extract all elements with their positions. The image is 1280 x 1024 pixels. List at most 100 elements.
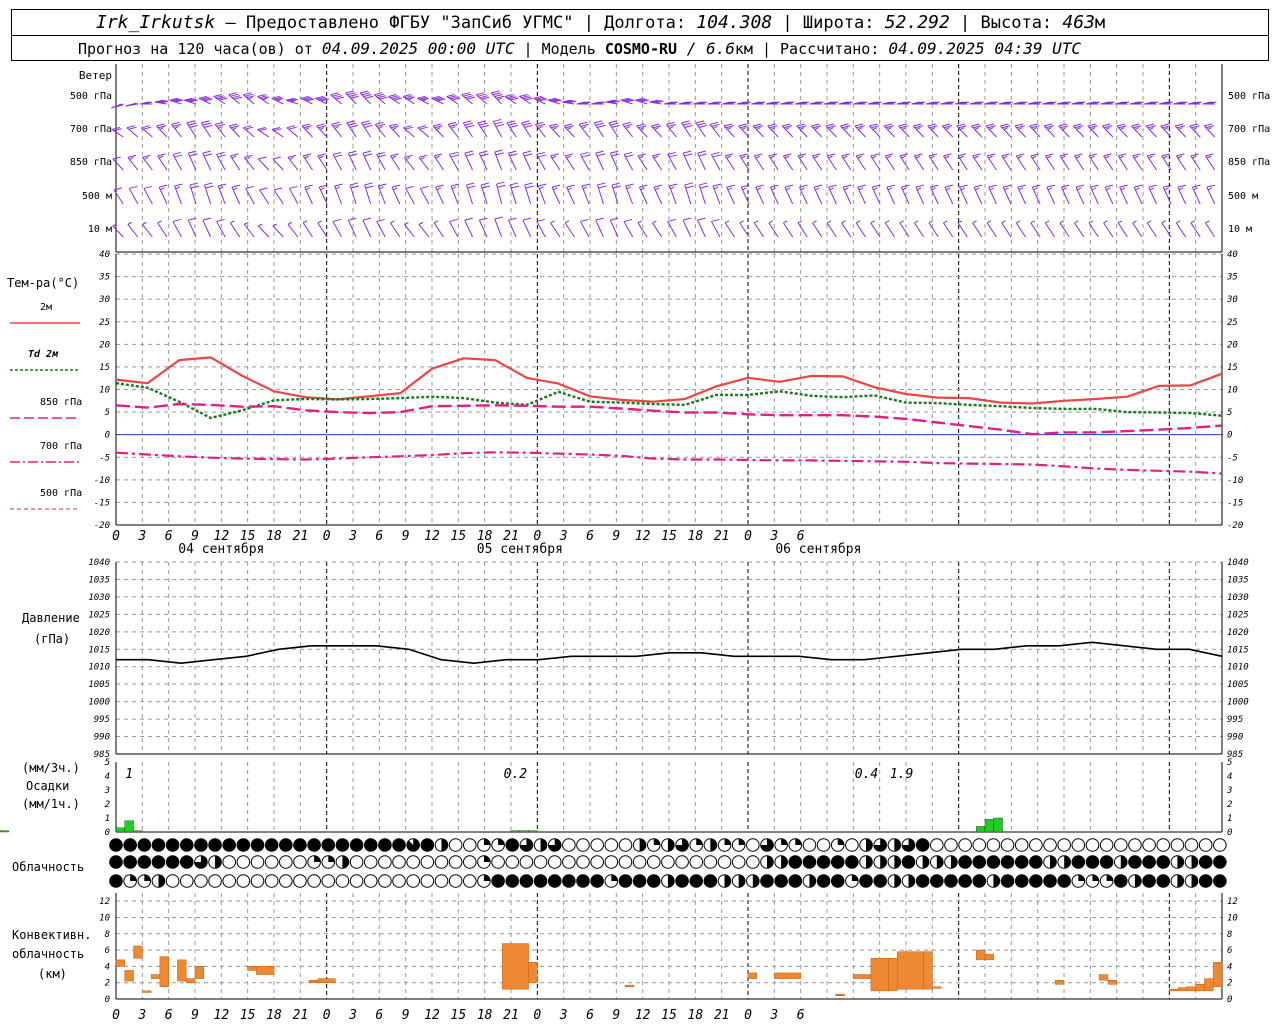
- wind-barb-flag: [317, 220, 322, 224]
- cloud-cover-symbol: [1113, 838, 1128, 852]
- wind-level-label: 700 гПа: [70, 124, 112, 135]
- cloud-fill-sector: [1050, 855, 1057, 869]
- temp-ytick-right: -15: [1227, 498, 1243, 508]
- precip-bar: [984, 819, 994, 833]
- wind-barb: [695, 120, 708, 138]
- cloud-circle: [1156, 874, 1171, 888]
- cloud-circle: [363, 855, 378, 869]
- wind-barb-staff: [826, 222, 837, 238]
- wind-barb-flag: [612, 185, 622, 189]
- cloud-circle: [264, 874, 279, 888]
- wind-barb-staff: [623, 221, 634, 238]
- wind-barb-flag: [844, 187, 849, 191]
- cloud-circle: [830, 874, 845, 888]
- cloud-circle: [816, 855, 831, 869]
- wind-barb-flag: [420, 185, 429, 189]
- wind-barb-flag: [829, 187, 835, 191]
- wind-barb-flag: [216, 218, 225, 222]
- wind-barb: [301, 123, 313, 138]
- cloud-circle: [505, 855, 520, 869]
- wind-barb: [128, 185, 139, 205]
- wind-barb-flag: [887, 127, 892, 130]
- wind-barb-staff: [127, 157, 139, 171]
- cloud-circle: [378, 855, 392, 869]
- wind-barb: [533, 95, 548, 105]
- wind-barb-flag: [670, 186, 675, 190]
- wind-barb-flag: [332, 93, 341, 97]
- wind-barb: [752, 123, 764, 138]
- wind-barb: [302, 153, 313, 171]
- wind-barb: [753, 220, 765, 238]
- cloud-circle: [675, 874, 689, 888]
- wind-barb-staff: [650, 125, 663, 138]
- convective-ytick-left: 4: [105, 962, 110, 972]
- wind-barb-flag: [464, 150, 473, 154]
- convective-bar: [115, 959, 126, 967]
- cloud-circle: [123, 838, 137, 852]
- wind-barb: [1132, 220, 1143, 238]
- cloud-cover-symbol: [1198, 838, 1213, 852]
- wind-barb-flag: [887, 187, 893, 191]
- cloud-circle: [1113, 838, 1128, 852]
- cloud-circle: [1198, 874, 1213, 888]
- temp-ytick-right: 10: [1227, 386, 1238, 396]
- wind-barb-flag: [929, 125, 938, 129]
- wind-barb: [242, 125, 255, 138]
- wind-barb-flag: [1102, 123, 1111, 127]
- wind-barb-flag: [959, 155, 964, 159]
- cloud-circle: [1128, 855, 1142, 869]
- wind-barb: [230, 220, 241, 238]
- cloud-cover-symbol: [576, 838, 590, 852]
- cloud-circle: [646, 855, 661, 869]
- cloud-cover-symbol: [873, 855, 888, 869]
- convective-bar: [896, 951, 924, 990]
- wind-barb: [466, 182, 476, 205]
- wind-barb-flag: [129, 156, 134, 160]
- cloud-cover-symbol: [1213, 838, 1227, 852]
- wind-barb: [142, 221, 153, 238]
- convective-xtick-label: 9: [191, 1008, 199, 1023]
- cloud-fill-sector: [809, 874, 816, 888]
- wind-barb-flag: [479, 95, 488, 99]
- cloud-cover-symbol: [194, 874, 208, 888]
- cloud-circle: [194, 838, 208, 852]
- wind-barb-flag: [695, 120, 705, 124]
- wind-barb-staff: [462, 122, 473, 138]
- wind-barb-flag: [510, 185, 520, 189]
- wind-barb: [566, 184, 575, 205]
- wind-barb: [869, 123, 881, 138]
- wind-barb-flag: [319, 184, 328, 188]
- wind-barb-flag: [350, 185, 360, 189]
- cloud-cover-symbol: [321, 874, 336, 888]
- wind-barb-staff: [128, 188, 139, 205]
- wind-barb-flag: [347, 92, 356, 96]
- temp-ytick-right: -10: [1227, 476, 1243, 486]
- cloud-cover-symbol: [760, 855, 774, 869]
- wind-barb-flag: [1103, 153, 1112, 157]
- wind-barb-flag: [578, 121, 588, 125]
- wind-barb-flag: [682, 150, 692, 154]
- wind-barb-flag: [509, 124, 519, 128]
- wind-barb-flag: [156, 123, 165, 127]
- wind-barb-flag: [1205, 220, 1210, 224]
- wind-barb-flag: [682, 217, 692, 221]
- precip-ytick-left: 0: [105, 828, 110, 838]
- wind-barb-flag: [535, 121, 544, 125]
- wind-barb-staff: [724, 155, 735, 171]
- cloud-cover-symbol: [519, 838, 534, 852]
- cloud-cover-symbol: [986, 874, 1001, 888]
- wind-barb-staff: [1103, 222, 1114, 238]
- temp-ytick-left: 5: [105, 408, 110, 418]
- wind-barb: [1191, 184, 1201, 205]
- wind-barb-staff: [609, 219, 619, 238]
- wind-barb-flag: [143, 156, 149, 160]
- wind-barb-flag: [365, 185, 374, 189]
- meteogram: Ветер500 гПа 500 гПа700 гПа 700 гПа850 гПа…: [0, 64, 1270, 1023]
- wind-barb-flag: [392, 127, 397, 130]
- wind-barb-flag: [466, 124, 475, 128]
- wind-barb: [854, 123, 866, 138]
- pressure-ytick-left: 1015: [88, 645, 110, 655]
- wind-barb-flag: [305, 187, 311, 191]
- wind-barb-staff: [1203, 125, 1216, 138]
- wind-barb: [204, 182, 214, 205]
